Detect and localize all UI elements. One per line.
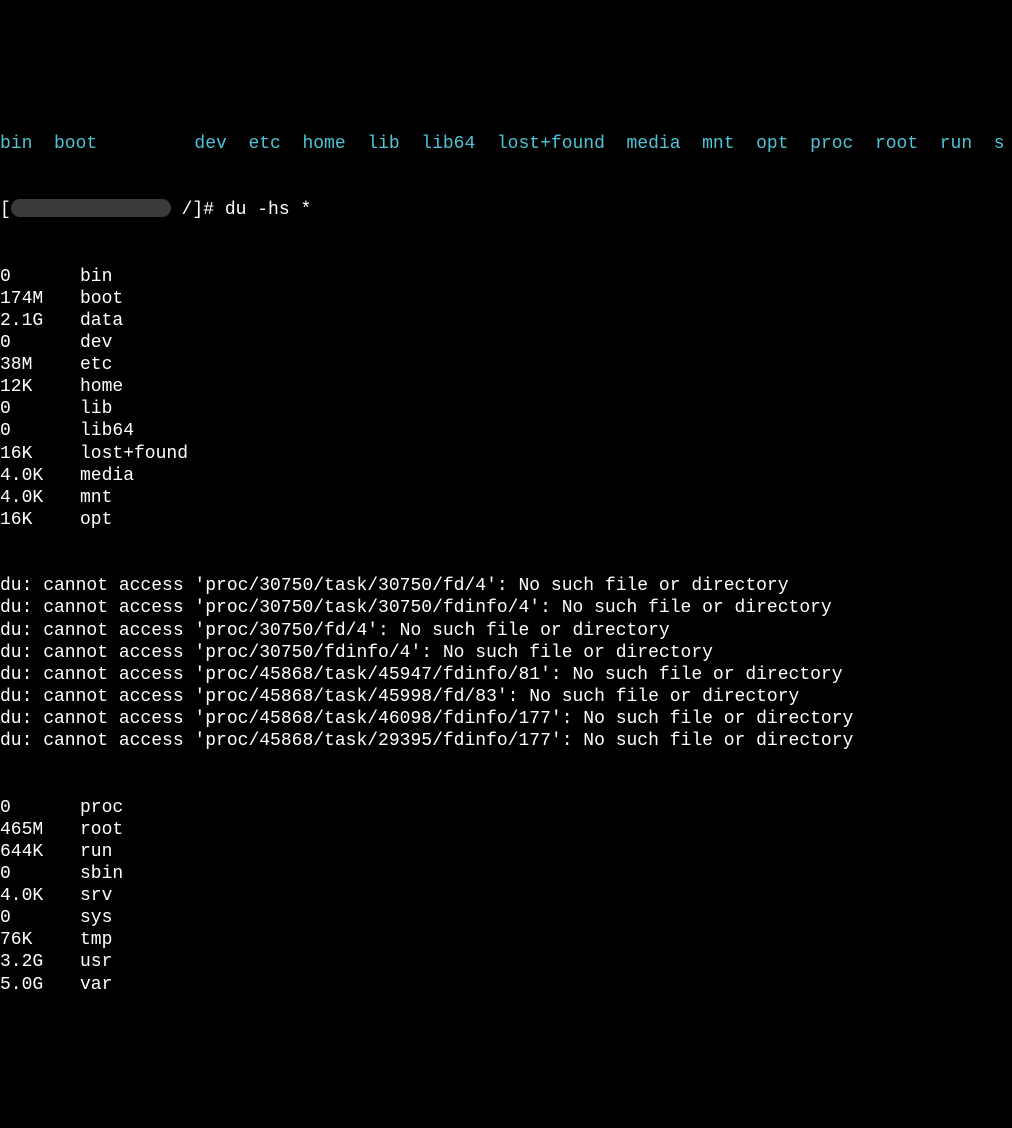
du-row: 3.2Gusr [0,951,1012,973]
du-error-line: du: cannot access 'proc/30750/fd/4': No … [0,620,1012,642]
du-error-line: du: cannot access 'proc/30750/task/30750… [0,597,1012,619]
du-row: 0dev [0,332,1012,354]
size-value: 644K [0,841,80,863]
prompt-path: /]# [171,199,225,221]
du-row: 76Ktmp [0,929,1012,951]
size-value: 16K [0,509,80,531]
dir-name: lost+found [80,443,188,465]
du-row: 4.0Ksrv [0,885,1012,907]
du-error-line: du: cannot access 'proc/30750/task/30750… [0,575,1012,597]
du-row: 0sys [0,907,1012,929]
size-value: 76K [0,929,80,951]
du-error-line: du: cannot access 'proc/45868/task/45947… [0,664,1012,686]
du-row: 5.0Gvar [0,974,1012,996]
dir-name: boot [80,288,123,310]
du-errors: du: cannot access 'proc/30750/task/30750… [0,575,1012,752]
dir-name: proc [80,797,123,819]
dir-name: etc [80,354,112,376]
dir-name: root [80,819,123,841]
du-output-after: 0proc465Mroot644Krun0sbin4.0Ksrv0sys76Kt… [0,797,1012,996]
du-row: 12Khome [0,376,1012,398]
dir-name: sys [80,907,112,929]
du-row: 38Metc [0,354,1012,376]
dir-name: lib64 [80,420,134,442]
du-row: 4.0Kmedia [0,465,1012,487]
size-value: 5.0G [0,974,80,996]
size-value: 465M [0,819,80,841]
ls-output-partial: bin boot dev etc home lib lib64 lost+fou… [0,133,1012,155]
size-value: 2.1G [0,310,80,332]
size-value: 4.0K [0,885,80,907]
dir-name: home [80,376,123,398]
du-error-line: du: cannot access 'proc/45868/task/45998… [0,686,1012,708]
dir-name: srv [80,885,112,907]
size-value: 12K [0,376,80,398]
dir-name: lib [80,398,112,420]
size-value: 3.2G [0,951,80,973]
prompt-user-host-redacted [11,199,171,217]
size-value: 38M [0,354,80,376]
du-row: 0sbin [0,863,1012,885]
dir-name: mnt [80,487,112,509]
dir-name: sbin [80,863,123,885]
du-row: 465Mroot [0,819,1012,841]
size-value: 0 [0,266,80,288]
size-value: 0 [0,907,80,929]
size-value: 0 [0,797,80,819]
du-row: 16Klost+found [0,443,1012,465]
size-value: 0 [0,420,80,442]
dir-name: media [80,465,134,487]
du-error-line: du: cannot access 'proc/45868/task/46098… [0,708,1012,730]
command-text: du -hs * [225,199,311,221]
size-value: 4.0K [0,465,80,487]
dir-name: data [80,310,123,332]
dir-name: dev [80,332,112,354]
du-row: 644Krun [0,841,1012,863]
du-error-line: du: cannot access 'proc/30750/fdinfo/4':… [0,642,1012,664]
du-error-line: du: cannot access 'proc/45868/task/29395… [0,730,1012,752]
du-row: 0proc [0,797,1012,819]
du-row: 0lib [0,398,1012,420]
size-value: 0 [0,863,80,885]
prompt-line: [ /]# du -hs * [0,199,1012,221]
size-value: 0 [0,332,80,354]
du-row: 174Mboot [0,288,1012,310]
size-value: 0 [0,398,80,420]
dir-name: usr [80,951,112,973]
du-row: 0lib64 [0,420,1012,442]
du-row: 4.0Kmnt [0,487,1012,509]
size-value: 16K [0,443,80,465]
dir-name: var [80,974,112,996]
dir-name: opt [80,509,112,531]
dir-name: bin [80,266,112,288]
dir-name: tmp [80,929,112,951]
size-value: 174M [0,288,80,310]
du-row: 2.1Gdata [0,310,1012,332]
size-value: 4.0K [0,487,80,509]
du-row: 0bin [0,266,1012,288]
du-output-before: 0bin174Mboot2.1Gdata0dev38Metc12Khome0li… [0,266,1012,532]
du-row: 16Kopt [0,509,1012,531]
dir-name: run [80,841,112,863]
terminal-output[interactable]: bin boot dev etc home lib lib64 lost+fou… [0,89,1012,1018]
prompt-open: [ [0,199,11,221]
